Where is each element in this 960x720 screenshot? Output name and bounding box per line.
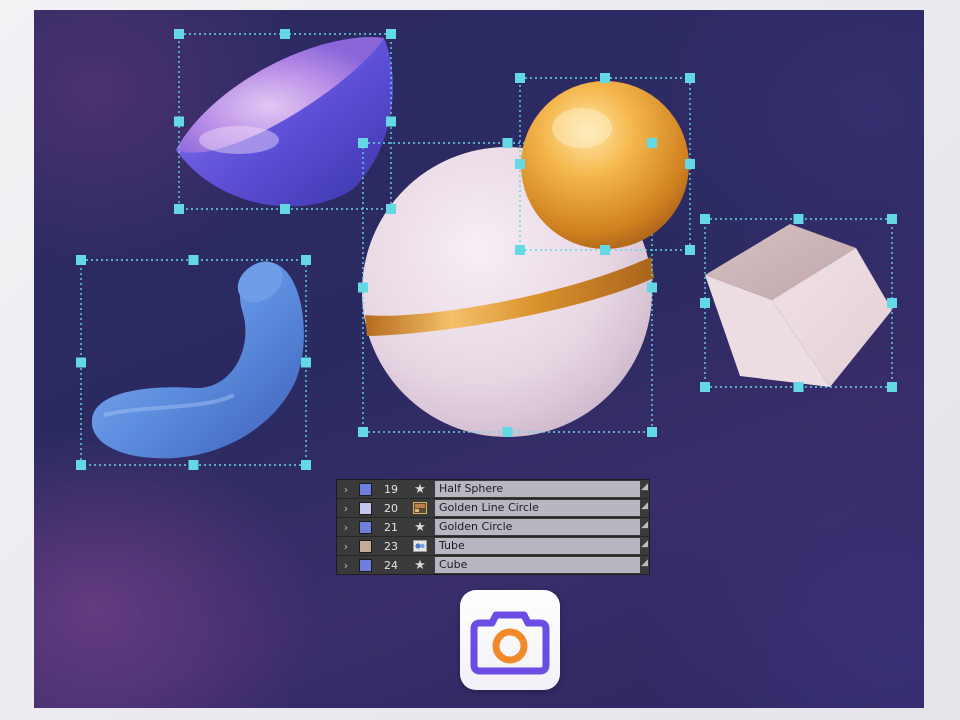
selection-handle[interactable] — [647, 138, 657, 148]
selection-handle[interactable] — [793, 382, 804, 392]
image-icon — [410, 539, 430, 553]
layer-number: 19 — [384, 482, 398, 496]
selection-handle[interactable] — [515, 245, 525, 255]
selection-handle[interactable] — [174, 29, 184, 39]
layer-name[interactable]: Golden Line Circle — [435, 500, 640, 516]
selection-handle[interactable] — [793, 214, 804, 224]
selection-handle[interactable] — [887, 382, 897, 392]
star-icon: ★ — [414, 557, 426, 573]
layer-end-marker: ◢ — [641, 539, 648, 549]
layer-end-marker: ◢ — [641, 501, 648, 511]
layer-end-marker: ◢ — [641, 558, 648, 568]
cube-object[interactable] — [705, 224, 892, 387]
star-icon: ★ — [414, 519, 426, 535]
selection-handle[interactable] — [174, 116, 184, 127]
selection-handle[interactable] — [280, 29, 290, 39]
layer-name[interactable]: Cube — [435, 557, 640, 573]
composition-canvas[interactable]: › 19 ★ Half Sphere ◢ › 20 Golden Line Ci… — [34, 10, 924, 708]
layer-row-golden-line-circle[interactable]: › 20 Golden Line Circle ◢ — [337, 499, 649, 518]
layer-name[interactable]: Golden Circle — [435, 519, 640, 535]
selection-handle[interactable] — [386, 29, 396, 39]
layer-number: 23 — [384, 539, 398, 553]
selection-handle[interactable] — [700, 298, 710, 308]
layer-end-marker: ◢ — [641, 520, 648, 530]
layer-end-marker: ◢ — [641, 482, 648, 492]
selection-handle[interactable] — [358, 138, 368, 148]
selection-handle[interactable] — [700, 214, 710, 224]
selection-handle[interactable] — [502, 138, 513, 148]
layer-row-cube[interactable]: › 24 ★ Cube ◢ — [337, 556, 649, 574]
selection-handle[interactable] — [685, 159, 695, 169]
expand-chevron-icon[interactable]: › — [337, 540, 355, 553]
layer-number: 20 — [384, 501, 398, 515]
selection-handle[interactable] — [358, 282, 368, 293]
selection-handle[interactable] — [358, 427, 368, 437]
selection-handle[interactable] — [502, 427, 513, 437]
layer-row-half-sphere[interactable]: › 19 ★ Half Sphere ◢ — [337, 480, 649, 499]
selection-handle[interactable] — [76, 357, 86, 368]
layer-row-tube[interactable]: › 23 Tube ◢ — [337, 537, 649, 556]
camera-app-button[interactable] — [460, 590, 560, 690]
golden-circle-object[interactable] — [521, 81, 689, 249]
layer-row-golden-circle[interactable]: › 21 ★ Golden Circle ◢ — [337, 518, 649, 537]
label-color-swatch[interactable] — [359, 482, 372, 496]
layer-number: 24 — [384, 558, 398, 572]
camera-icon — [470, 611, 550, 675]
selection-handle[interactable] — [685, 245, 695, 255]
selection-handle[interactable] — [685, 73, 695, 83]
selection-handle[interactable] — [301, 357, 311, 368]
selection-handle[interactable] — [647, 427, 657, 437]
expand-chevron-icon[interactable]: › — [337, 502, 355, 515]
selection-handle[interactable] — [280, 204, 290, 214]
expand-chevron-icon[interactable]: › — [337, 559, 355, 572]
label-color-swatch[interactable] — [359, 520, 372, 534]
label-color-swatch[interactable] — [359, 539, 372, 553]
selection-handle[interactable] — [887, 298, 897, 308]
selection-handle[interactable] — [386, 116, 396, 127]
layer-name[interactable]: Tube — [435, 538, 640, 554]
label-color-swatch[interactable] — [359, 501, 372, 515]
selection-handle[interactable] — [647, 282, 657, 293]
selection-handle[interactable] — [515, 159, 525, 169]
selection-handle[interactable] — [600, 73, 610, 83]
selection-handle[interactable] — [386, 204, 396, 214]
selection-handle[interactable] — [188, 460, 199, 470]
selection-handle[interactable] — [700, 382, 710, 392]
page: › 19 ★ Half Sphere ◢ › 20 Golden Line Ci… — [0, 0, 960, 720]
selection-handle[interactable] — [301, 460, 311, 470]
selection-handle[interactable] — [515, 73, 525, 83]
label-color-swatch[interactable] — [359, 558, 372, 572]
selection-handle[interactable] — [301, 255, 311, 265]
selection-handle[interactable] — [76, 255, 86, 265]
selection-handle[interactable] — [188, 255, 199, 265]
camera-lens — [492, 628, 528, 664]
half-sphere-object[interactable] — [176, 37, 394, 207]
image-icon — [410, 501, 430, 515]
expand-chevron-icon[interactable]: › — [337, 521, 355, 534]
expand-chevron-icon[interactable]: › — [337, 483, 355, 496]
star-icon: ★ — [414, 481, 426, 497]
selection-handle[interactable] — [174, 204, 184, 214]
selection-handle[interactable] — [887, 214, 897, 224]
selection-handle[interactable] — [76, 460, 86, 470]
layer-number: 21 — [384, 520, 398, 534]
tube-object[interactable] — [91, 253, 304, 459]
layers-panel: › 19 ★ Half Sphere ◢ › 20 Golden Line Ci… — [336, 479, 650, 575]
layer-name[interactable]: Half Sphere — [435, 481, 640, 497]
selection-handle[interactable] — [600, 245, 610, 255]
